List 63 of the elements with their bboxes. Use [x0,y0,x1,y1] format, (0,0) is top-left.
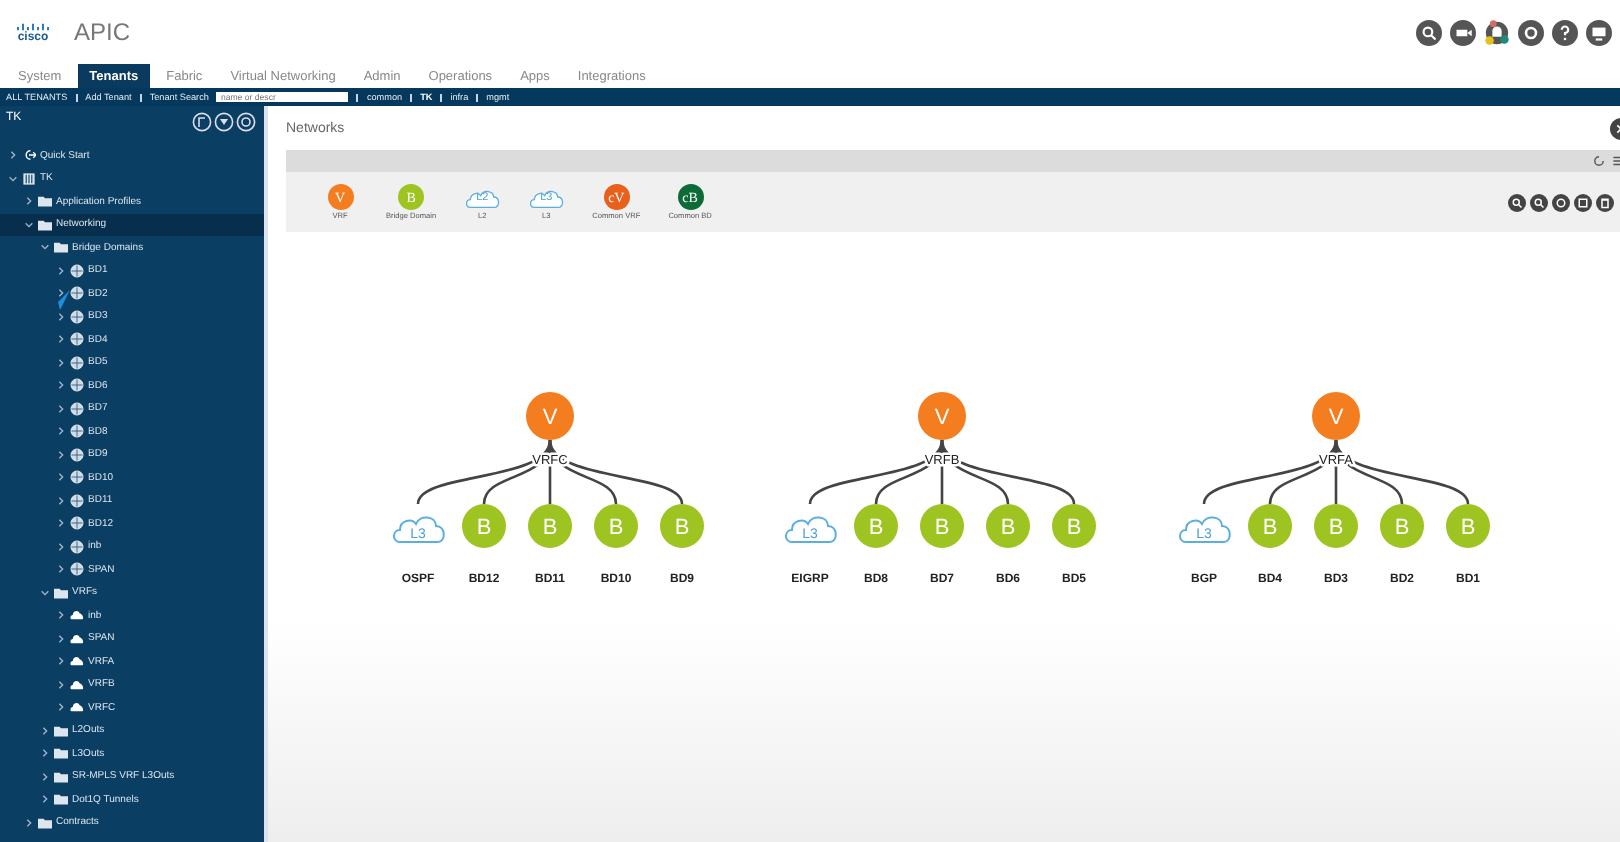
globe-icon [70,424,84,439]
zoom-in-icon[interactable] [1508,193,1526,211]
bell-icon[interactable] [1484,19,1510,45]
chevron-icon[interactable] [56,633,66,644]
chevron-icon[interactable] [24,817,34,828]
chevron-icon[interactable] [56,518,66,529]
monitor-icon[interactable] [1586,19,1612,45]
logo-icon [16,21,50,31]
chevron-icon[interactable] [56,380,66,391]
chevron-icon[interactable] [24,196,34,207]
chevron-icon[interactable] [40,587,50,598]
globe-icon [70,263,84,278]
globe-icon [70,562,84,577]
folder-icon [54,585,68,600]
globe-icon [70,447,84,462]
video-icon[interactable] [1450,19,1476,45]
flag-icon[interactable] [214,112,234,132]
globe-icon [70,286,84,301]
chevron-icon[interactable] [56,403,66,414]
chevron-icon[interactable] [40,242,50,253]
globe-icon [70,355,84,370]
chevron-icon[interactable] [56,449,66,460]
chevron-icon[interactable] [56,541,66,552]
chevron-icon[interactable] [56,265,66,276]
tenant-icon [22,171,36,186]
fit-icon[interactable] [1552,193,1570,211]
app-title: APIC [74,18,131,46]
chevron-icon[interactable] [56,495,66,506]
globe-icon [70,378,84,393]
chevron-icon[interactable] [40,725,50,736]
globe-icon [70,470,84,485]
chevron-icon[interactable] [24,219,34,230]
chevron-icon[interactable] [56,311,66,322]
globe-icon [70,516,84,531]
chevron-icon[interactable] [40,771,50,782]
chevron-icon[interactable] [56,357,66,368]
refresh-icon[interactable] [1592,154,1606,168]
help-icon[interactable] [1552,19,1578,45]
delete-icon[interactable] [1596,193,1614,211]
search-icon[interactable] [1416,19,1442,45]
chevron-icon[interactable] [56,334,66,345]
globe-icon [70,401,84,416]
globe-icon [70,493,84,508]
globe-icon [70,309,84,324]
chevron-icon[interactable] [56,656,66,667]
chevron-icon[interactable] [56,610,66,621]
chevron-icon[interactable] [56,702,66,713]
quick-start-icon [22,148,36,163]
chevron-icon[interactable] [56,288,66,299]
settings-icon[interactable] [1518,19,1544,45]
zoom-out-icon[interactable] [1530,193,1548,211]
chevron-icon[interactable] [40,794,50,805]
chevron-icon[interactable] [56,426,66,437]
chevron-icon[interactable] [56,564,66,575]
chevron-icon[interactable] [8,173,18,184]
globe-icon [70,332,84,347]
chevron-icon[interactable] [56,472,66,483]
save-icon[interactable] [1574,193,1592,211]
chevron-icon[interactable] [56,679,66,690]
chevron-icon[interactable] [8,150,18,161]
pin-icon[interactable] [192,112,212,132]
globe-icon [70,539,84,554]
chevron-icon[interactable] [40,748,50,759]
